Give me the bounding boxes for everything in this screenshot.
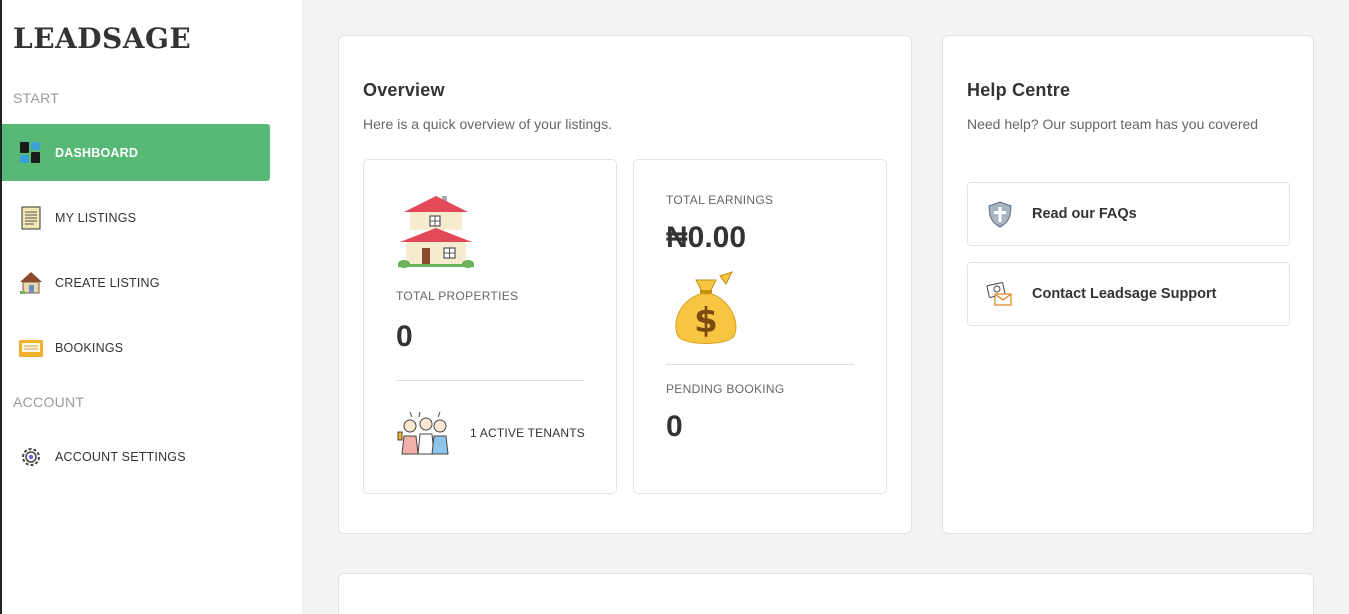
overview-subtitle: Here is a quick overview of your listing… xyxy=(363,116,612,132)
contact-support-link-label: Contact Leadsage Support xyxy=(1032,286,1217,302)
house-illustration-icon xyxy=(396,192,476,277)
document-icon xyxy=(18,205,44,231)
sidebar-item-bookings[interactable]: BOOKINGS xyxy=(2,319,270,376)
divider xyxy=(396,380,584,381)
folder-icon xyxy=(18,335,44,361)
overview-card: Overview Here is a quick overview of you… xyxy=(338,35,912,534)
sidebar: LEADSAGE START DASHBOARD MY LISTINGS CRE… xyxy=(0,0,302,614)
sidebar-item-dashboard[interactable]: DASHBOARD xyxy=(2,124,270,181)
total-properties-value: 0 xyxy=(396,320,413,353)
sidebar-item-label: CREATE LISTING xyxy=(55,275,160,290)
svg-text:$: $ xyxy=(694,301,718,341)
total-earnings-label: TOTAL EARNINGS xyxy=(666,193,774,207)
total-earnings-value: ₦0.00 xyxy=(666,221,747,254)
bottom-card xyxy=(338,573,1314,614)
divider xyxy=(666,364,854,365)
dashboard-icon xyxy=(18,140,44,166)
sidebar-item-create-listing[interactable]: CREATE LISTING xyxy=(2,254,270,311)
help-centre-subtitle: Need help? Our support team has you cove… xyxy=(967,116,1259,132)
tenants-illustration-icon xyxy=(396,410,456,461)
section-label-account: ACCOUNT xyxy=(13,394,85,410)
sidebar-item-label: ACCOUNT SETTINGS xyxy=(55,449,186,464)
money-bag-icon: $ xyxy=(670,270,742,351)
sidebar-item-account-settings[interactable]: ACCOUNT SETTINGS xyxy=(2,428,270,485)
section-label-start: START xyxy=(13,90,60,106)
earnings-card: TOTAL EARNINGS ₦0.00 $ PENDING BOOKING 0 xyxy=(633,159,887,494)
help-centre-card: Help Centre Need help? Our support team … xyxy=(942,35,1314,534)
sidebar-item-label: MY LISTINGS xyxy=(55,210,137,225)
house-icon xyxy=(18,270,44,296)
sidebar-item-label: DASHBOARD xyxy=(55,145,139,160)
faq-link-label: Read our FAQs xyxy=(1032,206,1137,222)
contact-support-link[interactable]: Contact Leadsage Support xyxy=(967,262,1290,326)
active-tenants-label: 1 ACTIVE TENANTS xyxy=(470,426,586,440)
properties-card: TOTAL PROPERTIES 0 1 ACTIVE TENANTS xyxy=(363,159,617,494)
total-properties-label: TOTAL PROPERTIES xyxy=(396,289,519,303)
mail-icon xyxy=(986,280,1014,308)
brand-logo[interactable]: LEADSAGE xyxy=(13,22,191,55)
faq-link[interactable]: Read our FAQs xyxy=(967,182,1290,246)
sidebar-item-label: BOOKINGS xyxy=(55,340,124,355)
shield-icon xyxy=(986,200,1014,228)
gear-icon xyxy=(18,444,44,470)
pending-booking-value: 0 xyxy=(666,410,683,443)
overview-title: Overview xyxy=(363,80,445,100)
sidebar-item-my-listings[interactable]: MY LISTINGS xyxy=(2,189,270,246)
help-centre-title: Help Centre xyxy=(967,80,1071,100)
pending-booking-label: PENDING BOOKING xyxy=(666,382,785,396)
